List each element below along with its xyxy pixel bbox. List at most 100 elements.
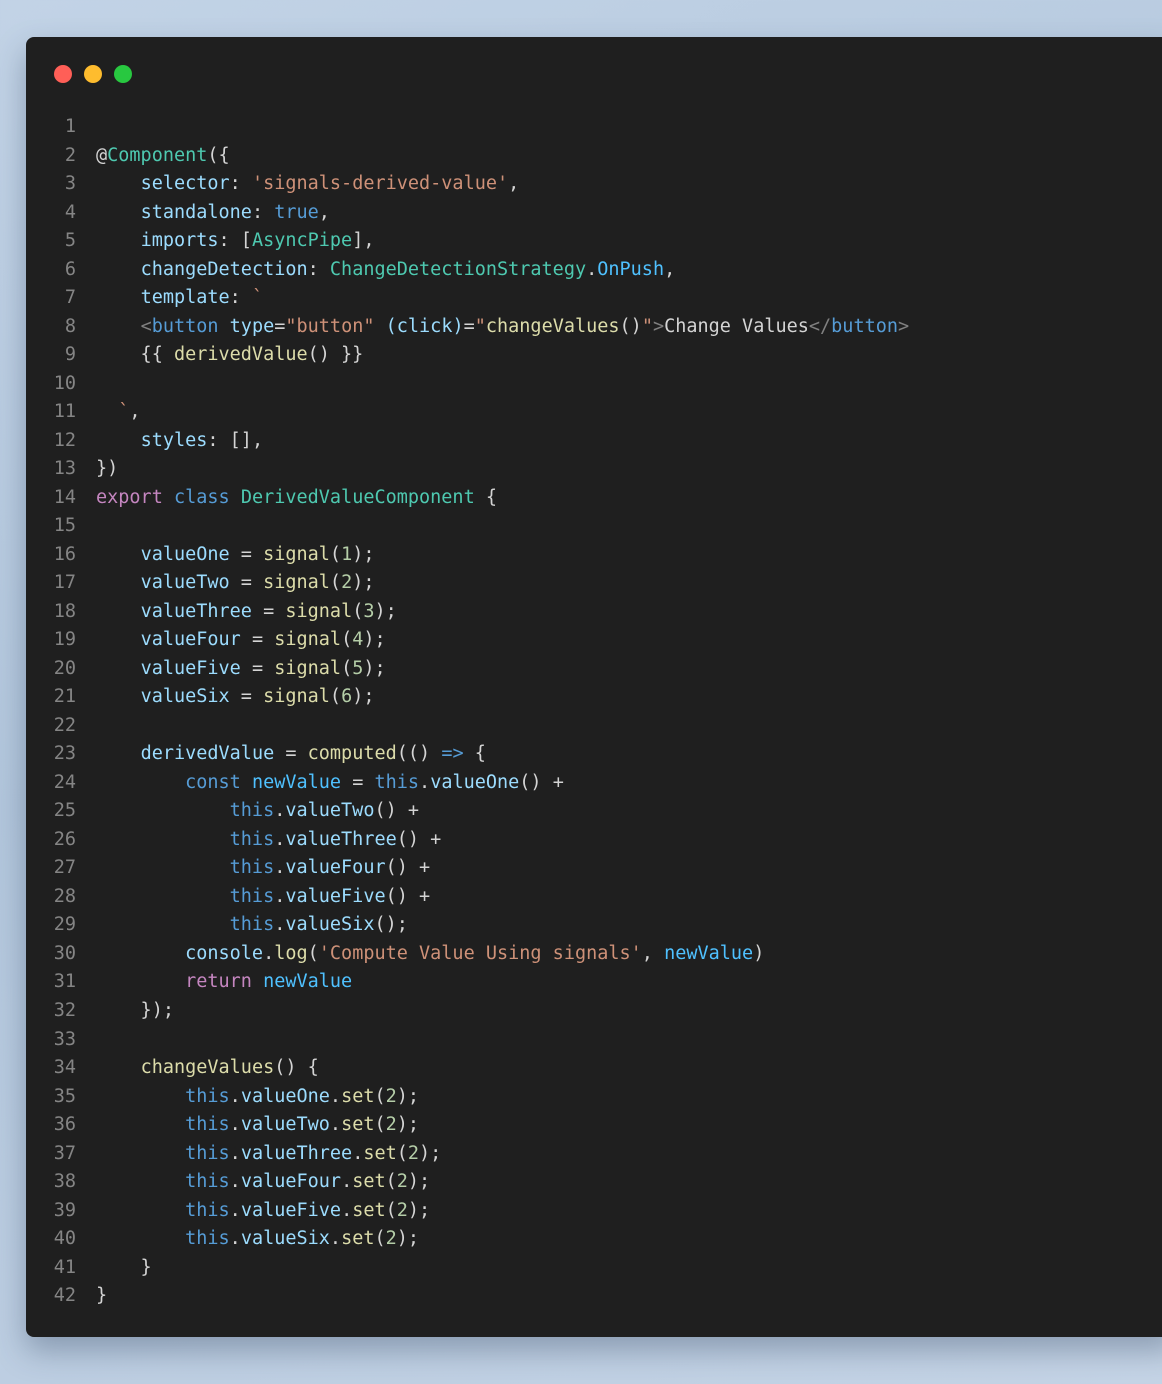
code-token: valueSix: [240, 1228, 330, 1250]
line-number: 37: [53, 1142, 76, 1164]
code-token: this: [229, 885, 275, 907]
code-token: button: [151, 315, 219, 337]
code-token: });: [96, 999, 174, 1021]
line-number: 15: [53, 515, 76, 537]
code-token: =: [240, 657, 275, 679]
code-token: valueFour: [285, 857, 386, 879]
code-token: ((): [396, 743, 442, 765]
line-number: 11: [53, 401, 76, 423]
line-number: 41: [53, 1256, 76, 1278]
code-token: OnPush: [597, 258, 665, 280]
code-token: 'Compute Value Using signals': [318, 942, 642, 964]
code-token: valueThree: [240, 1142, 353, 1164]
code-token: signal: [263, 543, 330, 565]
code-text: this.valueFive() +: [96, 883, 431, 912]
code-token: : [],: [207, 429, 264, 451]
code-text: valueTwo = signal(2);: [96, 569, 375, 598]
code-token: valueFive: [240, 1199, 342, 1221]
code-token: set: [341, 1085, 375, 1107]
code-line: 42}: [26, 1282, 1162, 1311]
code-token: (: [329, 686, 342, 708]
code-text: derivedValue = computed(() => {: [96, 740, 486, 769]
code-token: this: [229, 800, 275, 822]
code-line: 28 this.valueFive() +: [26, 883, 1162, 912]
code-token: (: [374, 1228, 386, 1250]
code-token: ,: [318, 201, 330, 223]
code-token: valueFive: [285, 885, 386, 907]
code-token: valueTwo: [285, 800, 375, 822]
code-token: (: [329, 572, 342, 594]
code-token: set: [341, 1114, 375, 1136]
code-token: () +: [385, 857, 431, 879]
code-token: type: [229, 315, 275, 337]
line-number: 13: [53, 458, 76, 480]
line-number: 19: [53, 629, 76, 651]
code-token: (: [385, 1199, 397, 1221]
code-text: this.valueFour() +: [96, 854, 431, 883]
code-text: @Component({: [96, 142, 230, 171]
code-token: (: [341, 657, 353, 679]
code-token: ChangeDetectionStrategy: [329, 258, 587, 280]
code-line: 1: [26, 113, 1162, 142]
code-text: valueFour = signal(4);: [96, 626, 386, 655]
code-line: 21 valueSix = signal(6);: [26, 683, 1162, 712]
code-token: signal: [274, 657, 342, 679]
code-token: );: [396, 1114, 420, 1136]
code-token: );: [374, 600, 397, 622]
code-line: 7 template: `: [26, 284, 1162, 313]
code-token: signal: [263, 572, 330, 594]
close-window-button[interactable]: [54, 65, 72, 83]
code-token: .: [274, 857, 286, 879]
code-token: 1: [341, 543, 353, 565]
code-token: );: [352, 686, 375, 708]
code-line: 18 valueThree = signal(3);: [26, 598, 1162, 627]
code-text: `,: [96, 398, 140, 427]
code-token: }: [96, 1285, 108, 1307]
code-line: 14 export class DerivedValueComponent {: [26, 484, 1162, 513]
code-token: newValue: [664, 942, 754, 964]
minimize-window-button[interactable]: [84, 65, 102, 83]
code-text: this.valueOne.set(2);: [96, 1083, 419, 1112]
code-token: >: [652, 315, 665, 337]
code-token: ": [641, 315, 653, 337]
code-token: {{: [96, 344, 174, 366]
code-token: );: [419, 1142, 442, 1164]
code-token: (: [374, 1114, 386, 1136]
code-token: 2: [396, 1199, 408, 1221]
code-token: =: [229, 543, 264, 565]
maximize-window-button[interactable]: [114, 65, 132, 83]
code-text: this.valueTwo() +: [96, 797, 419, 826]
code-token: :: [229, 287, 252, 309]
code-token: set: [363, 1142, 397, 1164]
code-text: this.valueThree() +: [96, 826, 442, 855]
code-token: ,: [664, 258, 676, 280]
code-token: this: [229, 828, 275, 850]
code-text: this.valueSix();: [96, 911, 408, 940]
code-token: );: [363, 657, 386, 679]
code-token: );: [396, 1228, 420, 1250]
code-token: () }}: [307, 344, 364, 366]
code-token: >: [898, 315, 910, 337]
code-token: :: [307, 258, 330, 280]
code-token: .: [274, 800, 286, 822]
line-number: 1: [64, 116, 76, 137]
line-number: 7: [64, 287, 76, 309]
code-token: ();: [374, 914, 408, 936]
line-number: 5: [64, 230, 76, 252]
code-line: 5 imports: [AsyncPipe],: [26, 227, 1162, 256]
code-text: template: `: [96, 284, 264, 313]
code-token: (: [396, 1142, 408, 1164]
code-text: valueThree = signal(3);: [96, 598, 397, 627]
line-number: 3: [64, 173, 76, 195]
code-token: valueFour: [240, 1171, 342, 1193]
